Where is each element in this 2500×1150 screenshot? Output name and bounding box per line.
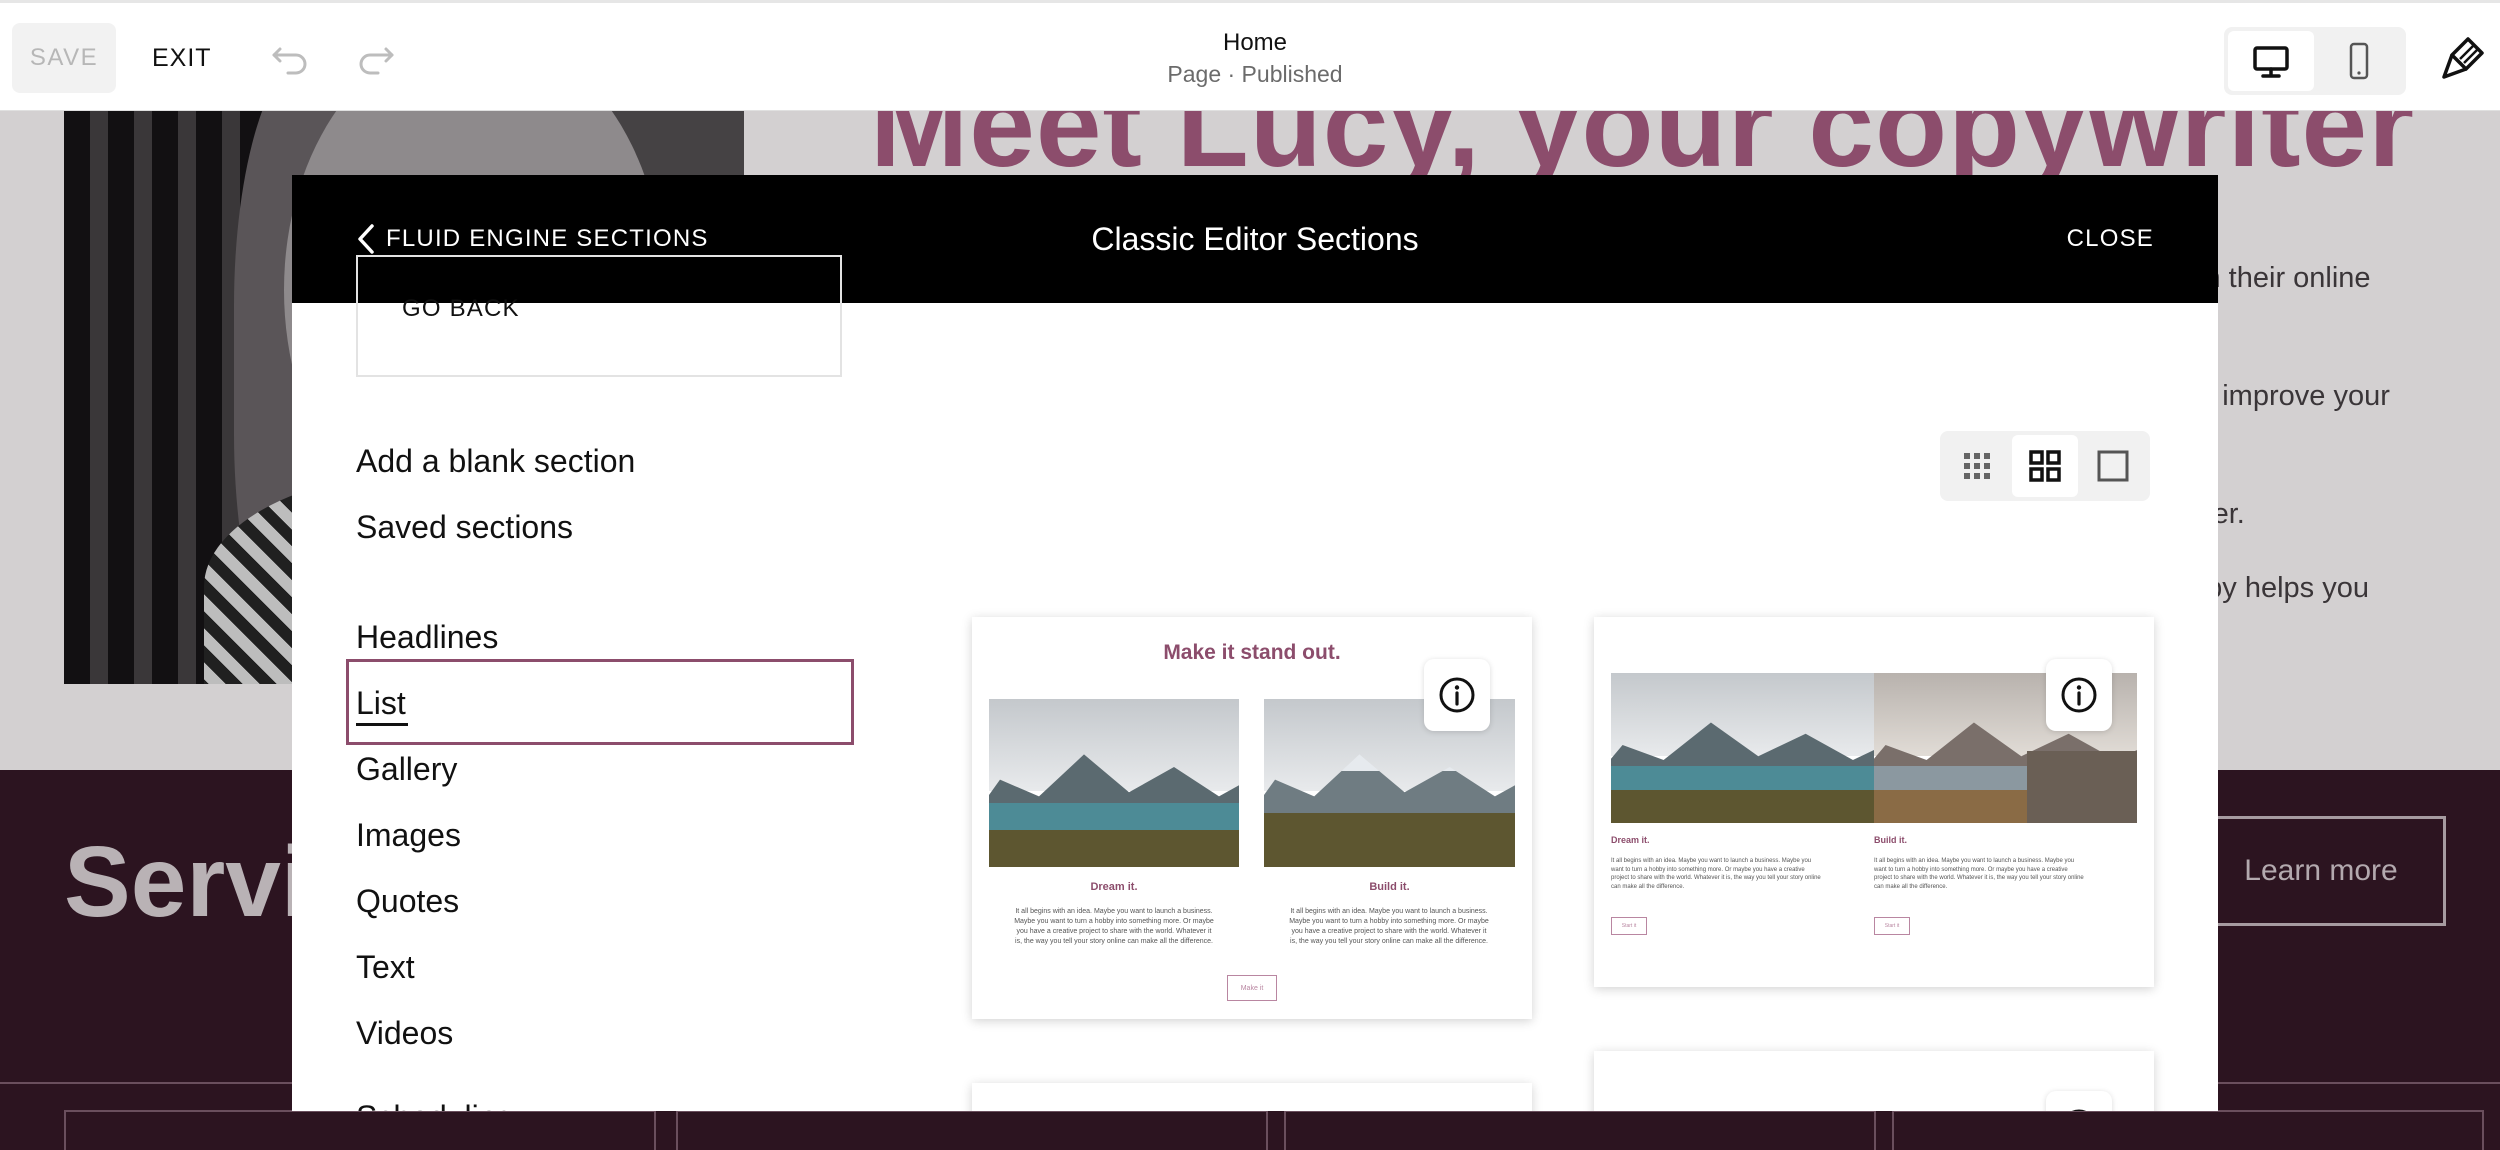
column-body: It all begins with an idea. Maybe you wa… xyxy=(1014,908,1214,946)
large-grid-icon xyxy=(2029,450,2061,482)
service-tile xyxy=(676,1110,1268,1150)
service-tile xyxy=(1284,1110,1876,1150)
go-back-button[interactable]: GO BACK xyxy=(356,255,842,377)
desktop-icon xyxy=(2253,46,2289,78)
category-text[interactable]: Text xyxy=(356,949,415,986)
desktop-view-button[interactable] xyxy=(2228,31,2314,91)
intro-text-line: to improve your xyxy=(2190,380,2390,412)
close-button[interactable]: CLOSE xyxy=(2067,175,2154,303)
thumbnail-button: Make it xyxy=(1227,975,1277,1001)
category-images[interactable]: Images xyxy=(356,817,461,854)
category-headlines[interactable]: Headlines xyxy=(356,619,498,656)
info-icon xyxy=(1439,677,1475,713)
column-title: Build it. xyxy=(1369,881,1410,893)
learn-more-button[interactable]: Learn more xyxy=(2196,816,2446,926)
large-grid-view-button[interactable] xyxy=(2012,435,2078,497)
info-icon xyxy=(2071,1109,2087,1111)
section-thumbnail[interactable] xyxy=(1594,1051,2154,1111)
mobile-view-button[interactable] xyxy=(2316,31,2402,91)
exit-button[interactable]: EXIT xyxy=(152,23,212,93)
info-button[interactable] xyxy=(1424,659,1490,731)
save-button[interactable]: SAVE xyxy=(12,23,116,93)
modal-title: Classic Editor Sections xyxy=(1091,220,1419,257)
section-thumbnail[interactable] xyxy=(972,1083,1532,1111)
page-status: Page · Published xyxy=(1167,61,1343,87)
page-title: Home xyxy=(1222,29,1288,56)
info-button[interactable] xyxy=(2046,659,2112,731)
category-gallery[interactable]: Gallery xyxy=(356,751,457,788)
column-title: Build it. xyxy=(1874,835,1907,845)
single-view-icon xyxy=(2097,450,2129,482)
mobile-icon xyxy=(2349,42,2369,80)
category-scheduling[interactable]: Scheduling xyxy=(356,1099,514,1111)
paintbrush-icon[interactable] xyxy=(2438,33,2488,83)
column-title: Dream it. xyxy=(1611,835,1650,845)
editor-toolbar: SAVE EXIT Home Page · Published xyxy=(0,0,2500,110)
small-grid-view-button[interactable] xyxy=(1944,435,2010,497)
category-quotes[interactable]: Quotes xyxy=(356,883,459,920)
thumbnail-button: Start it xyxy=(1874,917,1910,935)
section-picker-modal: FLUID ENGINE SECTIONS Classic Editor Sec… xyxy=(292,175,2218,1111)
section-thumbnail[interactable]: Make it stand out. Dream it. Build it. I… xyxy=(972,617,1532,1019)
section-thumbnail[interactable]: Dream it. Build it. It all begins with a… xyxy=(1594,617,2154,987)
column-body: It all begins with an idea. Maybe you wa… xyxy=(1874,858,2084,891)
lake-photo xyxy=(1611,673,1874,823)
service-tile xyxy=(1892,1110,2484,1150)
column-body: It all begins with an idea. Maybe you wa… xyxy=(1611,858,1821,891)
undo-icon[interactable] xyxy=(268,35,312,79)
info-button[interactable] xyxy=(2046,1091,2112,1111)
service-tile xyxy=(64,1110,656,1150)
column-body: It all begins with an idea. Maybe you wa… xyxy=(1289,908,1489,946)
small-grid-icon xyxy=(1964,453,1990,479)
add-blank-section-link[interactable]: Add a blank section xyxy=(356,443,635,480)
single-view-button[interactable] xyxy=(2080,435,2146,497)
redo-icon[interactable] xyxy=(354,35,398,79)
thumbnail-button: Start it xyxy=(1611,917,1647,935)
category-selected-underline xyxy=(356,723,408,726)
category-videos[interactable]: Videos xyxy=(356,1015,453,1052)
device-view-switch xyxy=(2224,27,2406,95)
column-title: Dream it. xyxy=(1090,881,1138,893)
services-heading: Servi xyxy=(64,826,309,938)
saved-sections-link[interactable]: Saved sections xyxy=(356,509,573,546)
lake-photo xyxy=(989,699,1239,867)
back-label: FLUID ENGINE SECTIONS xyxy=(386,225,709,252)
info-icon xyxy=(2061,677,2097,713)
category-focus-outline xyxy=(346,659,854,745)
category-list[interactable]: List xyxy=(356,685,406,722)
chevron-left-icon xyxy=(358,224,374,254)
thumbnail-size-switch xyxy=(1940,431,2150,501)
